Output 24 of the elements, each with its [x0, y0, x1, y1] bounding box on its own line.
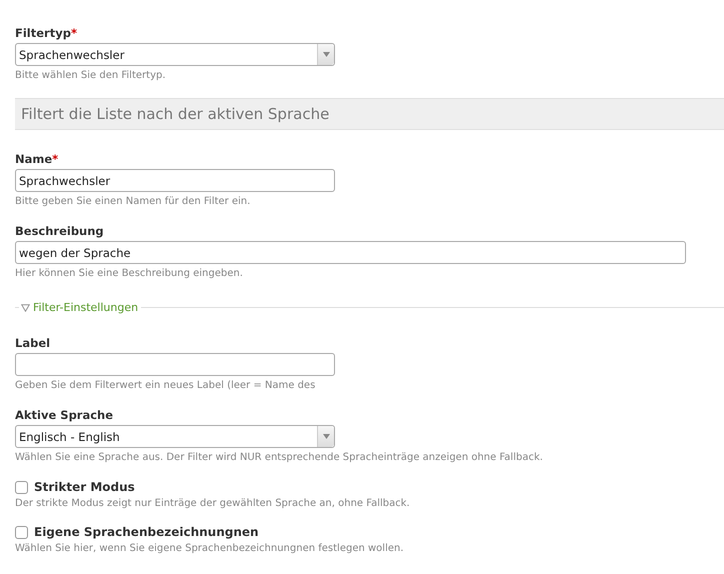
help-text: Hier können Sie eine Beschreibung eingeben. — [15, 268, 244, 279]
help-text: Bitte wählen Sie den Filtertyp. — [15, 70, 167, 81]
input-field[interactable]: Sprachwechsler — [15, 169, 335, 192]
help-text: Der strikte Modus zeigt nur Einträge der gewählten Sprache an, ohne Fallback. — [15, 498, 411, 509]
dropdown[interactable]: Sprachenwechsler — [15, 43, 335, 66]
caret-down-icon — [322, 52, 330, 57]
checkbox[interactable] — [15, 526, 28, 538]
input-field[interactable] — [15, 353, 335, 376]
help-text: Wählen Sie hier, wenn Sie eigene Sprachenbezeichnungnen festlegen wollen. — [15, 543, 405, 554]
checkbox-label: Strikter Modus — [34, 480, 135, 494]
help-text: Bitte geben Sie einen Namen für den Filter ein. — [15, 196, 252, 207]
help-text: Geben Sie dem Filterwert ein neues Label (leer = Name des — [15, 380, 316, 391]
checkbox[interactable] — [15, 480, 28, 494]
field-label: Aktive Sprache — [15, 408, 114, 422]
checkbox-label: Eigene Sprachenbezeichnungnen — [34, 525, 259, 539]
section-heading: Filtert die Liste nach der aktiven Sprache — [15, 98, 724, 130]
dropdown[interactable]: Englisch - English — [15, 425, 335, 448]
help-text: Wählen Sie eine Sprache aus. Der Filter wird NUR entsprechende Spracheinträge anzeigen ohne Fallback. — [15, 452, 544, 463]
caret-down-icon — [322, 434, 330, 439]
field-label: Label — [15, 336, 52, 350]
field-label: Name* — [15, 152, 60, 166]
input-field[interactable]: wegen der Sprache — [15, 241, 686, 264]
field-label: Beschreibung — [15, 224, 105, 238]
field-label: Filtertyp* — [15, 26, 78, 40]
